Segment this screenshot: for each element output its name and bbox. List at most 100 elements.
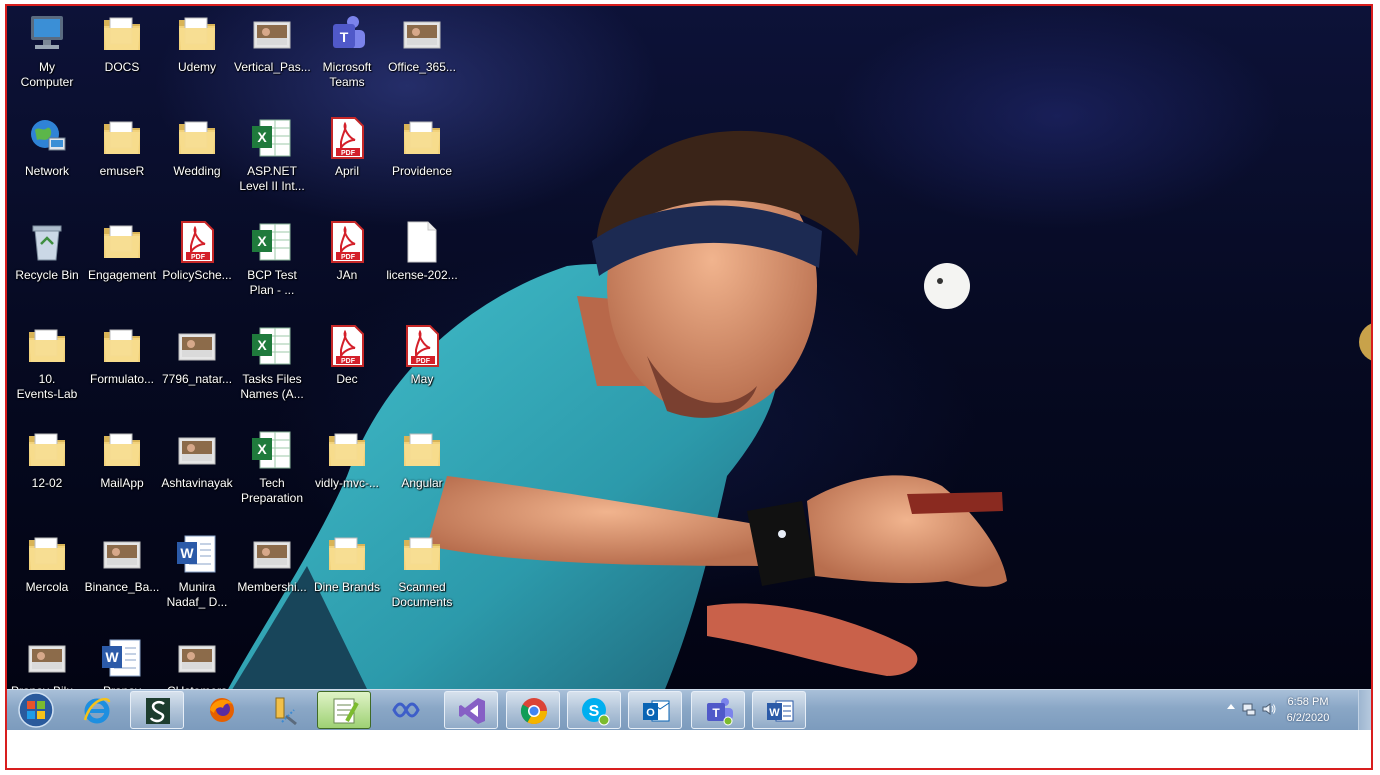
folder-icon [159,114,235,162]
desktop-icon[interactable]: Providence [384,114,460,179]
clock[interactable]: 6:58 PM 6/2/2020 [1273,694,1343,726]
desktop-icon-label: My Computer [20,60,74,89]
desktop-icon[interactable]: Ashtavinayak [159,426,235,491]
desktop-icon[interactable]: PDF May [384,322,460,387]
word-icon: W [159,530,235,578]
desktop-icon[interactable]: 10. Events-Lab [9,322,85,402]
desktop-icon-label: Microsoft Teams [322,60,372,89]
desktop-icon-label: Tech Preparation [240,476,304,505]
recycle-bin-icon [9,218,85,266]
desktop-icon[interactable]: Binance_Ba... [84,530,160,595]
pdf-icon: PDF [384,322,460,370]
desktop-icon-label: vidly-mvc-... [315,476,379,490]
desktop-icon[interactable]: My Computer [9,10,85,90]
system-tray: 6:58 PM 6/2/2020 [1191,690,1371,730]
desktop-icon-label: Vertical_Pas... [234,60,311,74]
desktop-icon-label: Dine Brands [313,580,381,594]
desktop-icon-label: Providence [391,164,453,178]
taskbar-button-visual-studio-purple[interactable] [444,691,498,729]
taskbar-button-chrome[interactable] [506,691,560,729]
desktop-icon[interactable]: PDF PolicySche... [159,218,235,283]
desktop-icon[interactable]: Vertical_Pas... [234,10,311,75]
network-globe-icon [9,114,85,162]
desktop-icon[interactable]: X Tech Preparation [234,426,310,506]
taskbar-button-outlook[interactable]: O [628,691,682,729]
taskbar-button-word[interactable]: W [752,691,806,729]
desktop-icon[interactable]: MailApp [84,426,160,491]
taskbar-button-teams[interactable]: T [691,691,745,729]
desktop-icon[interactable]: DOCS [84,10,160,75]
desktop-icon[interactable]: X ASP.NET Level II Int... [234,114,310,194]
image-thumbnail-icon [234,530,310,578]
desktop-icon[interactable]: Scanned Documents [384,530,460,610]
desktop-icon[interactable]: Network [9,114,85,179]
windows-start-orb-icon [18,692,54,728]
desktop-icon-label: 7796_natar... [161,372,233,386]
taskbar-button-internet-explorer[interactable] [70,691,124,729]
svg-text:PDF: PDF [191,254,206,261]
blank-file-icon [384,218,460,266]
svg-text:X: X [257,233,267,249]
desktop-icon[interactable]: PDF Dec [309,322,385,387]
folder-icon [84,426,160,474]
desktop-icon[interactable]: 12-02 [9,426,85,491]
svg-text:PDF: PDF [341,150,356,157]
pdf-icon: PDF [309,322,385,370]
desktop-icon[interactable]: X BCP Test Plan - ... [234,218,310,298]
network-status-icon[interactable] [1241,701,1257,717]
desktop-icon[interactable]: Formulato... [84,322,160,387]
desktop-icon[interactable]: PDF April [309,114,385,179]
desktop-icon[interactable]: W Munira Nadaf_ D... [159,530,235,610]
desktop-icon[interactable]: Udemy [159,10,235,75]
start-button[interactable] [13,691,59,729]
desktop-icon[interactable]: Mercola [9,530,85,595]
taskbar-button-visual-studio[interactable] [379,691,433,729]
desktop-icon-label: Engagement [87,268,157,282]
desktop-icon[interactable]: license-202... [384,218,460,283]
desktop-icon[interactable]: PDF JAn [309,218,385,283]
desktop-icon-label: Udemy [177,60,216,74]
desktop-icon[interactable]: Wedding [159,114,235,179]
taskbar-button-sql-server[interactable] [130,691,184,729]
taskbar-button-notepad-plus-plus[interactable] [317,691,371,729]
taskbar-button-tools[interactable] [257,691,311,729]
taskbar-button-firefox[interactable] [195,691,249,729]
svg-text:PDF: PDF [341,358,356,365]
folder-icon [84,10,160,58]
folder-icon [309,530,385,578]
desktop-icon[interactable]: 7796_natar... [159,322,235,387]
computer-icon [9,10,85,58]
desktop-icon-label: Recycle Bin [15,268,79,282]
desktop-icon[interactable]: Office_365... [384,10,460,75]
show-desktop-button[interactable] [1358,690,1371,730]
excel-icon: X [234,426,310,474]
desktop-icon-label: 10. Events-Lab [16,372,78,401]
desktop-icon-label: Formulato... [89,372,155,386]
taskbar-button-skype[interactable]: S [567,691,621,729]
desktop-icon[interactable]: Membershi... [234,530,310,595]
desktop-icon[interactable]: T Microsoft Teams [309,10,385,90]
desktop-icon[interactable]: Recycle Bin [9,218,85,283]
pdf-icon: PDF [309,114,385,162]
folder-icon [9,322,85,370]
desktop-icon[interactable]: vidly-mvc-... [309,426,385,491]
desktop-icon[interactable]: Engagement [84,218,160,283]
desktop-icon-label: Wedding [173,164,221,178]
desktop-icon[interactable]: Dine Brands [309,530,385,595]
word-icon: W [84,634,160,682]
desktop[interactable]: My Computer DOCS Udemy Vertical_Pas... T Micr… [7,6,1371,730]
desktop-icon-label: Tasks Files Names (A... [240,372,304,401]
desktop-icon-label: Scanned Documents [391,580,453,609]
svg-text:W: W [180,545,194,561]
desktop-icon[interactable]: Angular [384,426,460,491]
desktop-icon[interactable]: X Tasks Files Names (A... [234,322,310,402]
svg-text:PDF: PDF [341,254,356,261]
folder-icon [84,218,160,266]
show-hidden-icons-arrow-icon[interactable] [1227,704,1235,709]
excel-icon: X [234,114,310,162]
desktop-icon[interactable]: emuseR [84,114,160,179]
folder-icon [159,10,235,58]
image-thumbnail-icon [9,634,85,682]
svg-text:T: T [340,29,349,45]
svg-text:W: W [105,649,119,665]
